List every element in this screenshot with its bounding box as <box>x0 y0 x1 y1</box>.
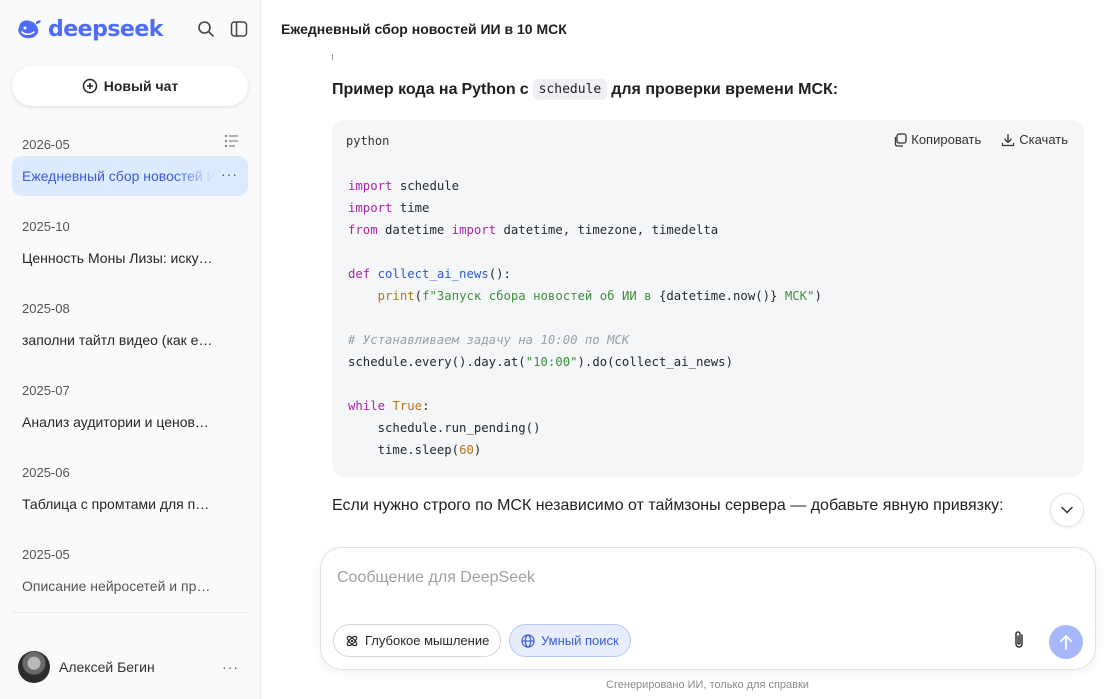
sidebar: deepseek Новый чат 2026-05 Ежедневный сб… <box>0 0 261 699</box>
section-date: 2026-05 <box>22 137 70 152</box>
history-item[interactable]: заполни тайтл видео (как есть), <box>12 320 248 360</box>
avatar <box>18 651 50 683</box>
history-item[interactable]: Ценность Моны Лизы: искусство... <box>12 238 248 278</box>
history-item[interactable]: Анализ аудитории и ценовая ст... <box>12 402 248 442</box>
code-actions: Копировать Скачать <box>893 132 1068 147</box>
history-item[interactable]: Таблица с промтами для предп... <box>12 484 248 524</box>
download-label: Скачать <box>1019 132 1068 147</box>
history-item-active[interactable]: Ежедневный сбор новостей ИИ в 10 МСК ··· <box>12 156 248 196</box>
globe-icon <box>521 633 535 648</box>
response-paragraph: Если нужно строго по МСК независимо от т… <box>332 497 1004 514</box>
user-profile[interactable]: Алексей Бегин <box>18 651 155 683</box>
new-chat-label: Новый чат <box>103 78 179 94</box>
code-content: import schedule import time from datetim… <box>348 179 822 457</box>
download-icon <box>1002 133 1015 146</box>
history-item-label: заполни тайтл видео (как есть), <box>22 332 214 348</box>
chevron-down-icon <box>1061 506 1073 514</box>
new-chat-button[interactable]: Новый чат <box>12 66 248 106</box>
history-item-label: Ценность Моны Лизы: искусство... <box>22 250 214 266</box>
history-item[interactable]: Описание нейросетей и промт-... <box>12 566 248 606</box>
plus-circle-icon <box>82 78 97 94</box>
app-window: deepseek Новый чат 2026-05 Ежедневный сб… <box>0 0 1115 699</box>
chat-main: Ежедневный сбор новостей ИИ в 10 МСК При… <box>262 0 1115 699</box>
search-icon[interactable] <box>196 19 216 39</box>
arrow-up-icon <box>1060 635 1072 650</box>
response-heading: Пример кода на Python с schedule для про… <box>332 79 838 100</box>
section-date: 2025-08 <box>22 301 70 316</box>
section-date: 2025-07 <box>22 383 70 398</box>
code-block: python Копировать Скачать import schedul… <box>332 120 1084 477</box>
deepseek-whale-icon <box>18 20 41 39</box>
copy-label: Копировать <box>911 132 982 147</box>
paperclip-icon[interactable] <box>1011 630 1027 650</box>
history-item-label: Ежедневный сбор новостей ИИ в 10 МСК <box>22 168 214 184</box>
brand[interactable]: deepseek <box>16 15 163 43</box>
heading-text-end: для проверки времени МСК: <box>611 80 839 98</box>
disclaimer-note: Сгенерировано ИИ, только для справки <box>606 679 809 691</box>
message-composer: Сообщение для DeepSeek Глубокое мышление… <box>320 547 1096 670</box>
heading-text: Пример кода на <box>332 80 458 98</box>
history-item-label: Анализ аудитории и ценовая ст... <box>22 414 214 430</box>
scroll-down-button[interactable] <box>1050 493 1084 527</box>
history-item-label: Таблица с промтами для предп... <box>22 496 214 512</box>
heading-python: Python <box>461 80 516 98</box>
section-date: 2025-10 <box>22 219 70 234</box>
heading-c: с <box>519 80 529 98</box>
atom-icon <box>346 635 358 646</box>
copy-icon <box>895 132 907 147</box>
chat-title: Ежедневный сбор новостей ИИ в 10 МСК <box>281 21 567 37</box>
section-date: 2025-05 <box>22 547 70 562</box>
download-button[interactable]: Скачать <box>1001 132 1068 147</box>
more-options-icon[interactable]: ··· <box>221 166 238 182</box>
user-more-icon[interactable]: ··· <box>222 659 239 675</box>
user-name: Алексей Бегин <box>59 659 155 675</box>
sidebar-divider <box>12 612 248 613</box>
smart-search-label: Умный поиск <box>541 633 619 648</box>
sidebar-toggle-icon[interactable] <box>229 19 249 39</box>
send-button[interactable] <box>1049 625 1083 659</box>
smart-search-toggle[interactable]: Умный поиск <box>509 624 631 657</box>
list-icon[interactable] <box>224 134 240 148</box>
section-date: 2025-06 <box>22 465 70 480</box>
deep-think-label: Глубокое мышление <box>365 633 490 648</box>
message-input[interactable]: Сообщение для DeepSeek <box>337 569 535 587</box>
history-item-label: Описание нейросетей и промт-... <box>22 578 214 594</box>
inline-code: schedule <box>532 79 608 100</box>
code-language: python <box>346 134 390 148</box>
text-caret <box>332 54 333 60</box>
brand-name: deepseek <box>48 16 163 42</box>
deep-think-toggle[interactable]: Глубокое мышление <box>333 624 502 657</box>
copy-button[interactable]: Копировать <box>893 132 981 147</box>
